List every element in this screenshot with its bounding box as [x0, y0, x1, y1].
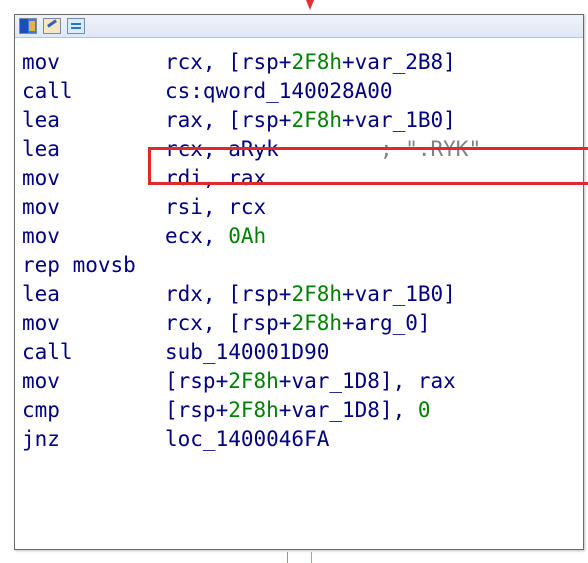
mnemonic: call	[22, 79, 73, 103]
incoming-edge-arrow	[306, 0, 314, 10]
mnemonic: mov	[22, 369, 60, 393]
operand: rax, [rsp+	[165, 108, 292, 132]
numeric-operand: 2F8h	[291, 311, 343, 335]
operand: ecx,	[165, 224, 229, 248]
mnemonic: mov	[22, 224, 60, 248]
numeric-operand: 0Ah	[228, 224, 267, 248]
instruction-line[interactable]: call sub_140001D90	[15, 338, 583, 367]
instruction-line[interactable]: mov rcx, [rsp+2F8h+var_2B8]	[15, 48, 583, 77]
mnemonic: call	[22, 340, 73, 364]
numeric-operand: 2F8h	[228, 369, 279, 393]
instruction-line[interactable]: lea rcx, aRyk ; ".RYK"	[15, 135, 583, 164]
operand: +var_1D8], rax	[278, 369, 456, 393]
operand: sub_140001D90	[165, 340, 330, 364]
operand: +var_1D8],	[278, 398, 418, 422]
operand: loc_1400046FA	[165, 427, 330, 451]
operand: rsi, rcx	[165, 195, 267, 219]
mnemonic: lea	[22, 108, 60, 132]
instruction-line[interactable]: mov rcx, [rsp+2F8h+arg_0]	[15, 309, 583, 338]
mnemonic: mov	[22, 195, 60, 219]
true-branch-edge	[311, 552, 312, 563]
false-branch-edge	[287, 552, 288, 563]
text-view-icon[interactable]	[67, 18, 85, 34]
numeric-operand: 2F8h	[291, 50, 343, 74]
mnemonic: mov	[22, 311, 60, 335]
numeric-operand: 2F8h	[228, 398, 279, 422]
operand: rcx, [rsp+	[165, 311, 292, 335]
operand: rdi, rax	[165, 166, 267, 190]
operand: +var_2B8]	[342, 50, 456, 74]
numeric-operand: 2F8h	[291, 282, 343, 306]
mnemonic: mov	[22, 50, 60, 74]
instruction-line[interactable]: rep movsb	[15, 251, 583, 280]
instruction-line[interactable]: call cs:qword_140028A00	[15, 77, 583, 106]
comment: ; ".RYK"	[278, 137, 482, 161]
mnemonic: mov	[22, 166, 60, 190]
instruction-line[interactable]: mov rsi, rcx	[15, 193, 583, 222]
mnemonic: jnz	[22, 427, 60, 451]
operand: rdx, [rsp+	[165, 282, 292, 306]
instruction-line[interactable]: mov ecx, 0Ah	[15, 222, 583, 251]
operand: rcx, [rsp+	[165, 50, 292, 74]
instruction-list: mov rcx, [rsp+2F8h+var_2B8] call cs:qword_1…	[15, 38, 583, 454]
edit-icon[interactable]	[43, 18, 61, 34]
mnemonic: cmp	[22, 398, 60, 422]
operand: rcx, aRyk	[165, 137, 279, 161]
graph-view-icon[interactable]	[19, 18, 37, 34]
disassembly-graph-node[interactable]: mov rcx, [rsp+2F8h+var_2B8] call cs:qword_1…	[14, 14, 588, 550]
operand: cs:qword_140028A00	[165, 79, 393, 103]
instruction-line[interactable]: mov rdi, rax	[15, 164, 583, 193]
node-titlebar	[15, 15, 583, 38]
mnemonic: rep movsb	[22, 253, 136, 277]
numeric-operand: 2F8h	[291, 108, 343, 132]
operand: +var_1B0]	[342, 282, 456, 306]
instruction-line[interactable]: mov [rsp+2F8h+var_1D8], rax	[15, 367, 583, 396]
operand: [rsp+	[165, 369, 229, 393]
instruction-line[interactable]: cmp [rsp+2F8h+var_1D8], 0	[15, 396, 583, 425]
operand: [rsp+	[165, 398, 229, 422]
numeric-operand: 0	[417, 398, 431, 422]
mnemonic: lea	[22, 282, 60, 306]
instruction-line[interactable]: jnz loc_1400046FA	[15, 425, 583, 454]
operand: +arg_0]	[342, 311, 431, 335]
instruction-line[interactable]: lea rdx, [rsp+2F8h+var_1B0]	[15, 280, 583, 309]
mnemonic: lea	[22, 137, 60, 161]
operand: +var_1B0]	[342, 108, 456, 132]
instruction-line[interactable]: lea rax, [rsp+2F8h+var_1B0]	[15, 106, 583, 135]
